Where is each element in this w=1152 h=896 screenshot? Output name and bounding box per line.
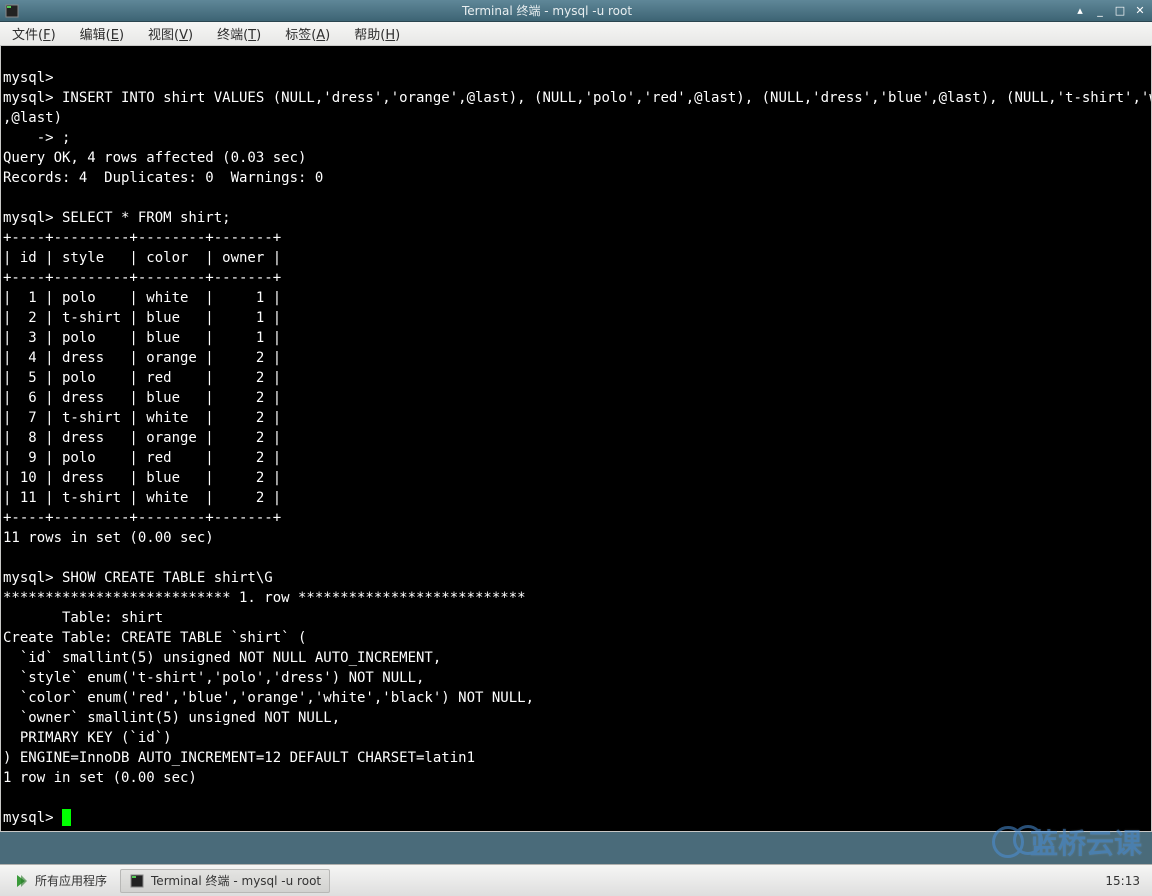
taskbar-clock[interactable]: 15:13 xyxy=(1097,874,1148,888)
terminal-line: Create Table: CREATE TABLE `shirt` ( xyxy=(1,628,1151,648)
watermark-icon xyxy=(992,826,1024,858)
taskbar-all-apps-label: 所有应用程序 xyxy=(35,872,107,889)
terminal-line: +----+---------+--------+-------+ xyxy=(1,228,1151,248)
taskbar-terminal-task[interactable]: Terminal 终端 - mysql -u root xyxy=(120,869,330,893)
terminal-line: | 5 | polo | red | 2 | xyxy=(1,368,1151,388)
terminal-line: Records: 4 Duplicates: 0 Warnings: 0 xyxy=(1,168,1151,188)
terminal-line: `color` enum('red','blue','orange','whit… xyxy=(1,688,1151,708)
terminal-line: *************************** 1. row *****… xyxy=(1,588,1151,608)
terminal-line: 11 rows in set (0.00 sec) xyxy=(1,528,1151,548)
maximize-button[interactable]: □ xyxy=(1110,3,1130,19)
terminal-line: ,@last) xyxy=(1,108,1151,128)
terminal-line: | 3 | polo | blue | 1 | xyxy=(1,328,1151,348)
window-title: Terminal 终端 - mysql -u root xyxy=(24,2,1070,19)
menu-file[interactable]: 文件(F) xyxy=(8,22,60,45)
terminal-line: | 1 | polo | white | 1 | xyxy=(1,288,1151,308)
terminal-output[interactable]: mysql>mysql> INSERT INTO shirt VALUES (N… xyxy=(0,46,1152,832)
terminal-line: | 11 | t-shirt | white | 2 | xyxy=(1,488,1151,508)
terminal-line: PRIMARY KEY (`id`) xyxy=(1,728,1151,748)
terminal-line: | 6 | dress | blue | 2 | xyxy=(1,388,1151,408)
terminal-line: ) ENGINE=InnoDB AUTO_INCREMENT=12 DEFAUL… xyxy=(1,748,1151,768)
terminal-line: +----+---------+--------+-------+ xyxy=(1,508,1151,528)
terminal-line: | 7 | t-shirt | white | 2 | xyxy=(1,408,1151,428)
terminal-line: | 9 | polo | red | 2 | xyxy=(1,448,1151,468)
terminal-line: | 2 | t-shirt | blue | 1 | xyxy=(1,308,1151,328)
terminal-line: -> ; xyxy=(1,128,1151,148)
terminal-line xyxy=(1,548,1151,568)
apps-icon xyxy=(13,873,29,889)
terminal-line: | 8 | dress | orange | 2 | xyxy=(1,428,1151,448)
window-controls: ▴ _ □ ✕ xyxy=(1070,3,1150,19)
terminal-line: | 10 | dress | blue | 2 | xyxy=(1,468,1151,488)
terminal-line: mysql> xyxy=(1,68,1151,88)
terminal-line: 1 row in set (0.00 sec) xyxy=(1,768,1151,788)
terminal-line: Table: shirt xyxy=(1,608,1151,628)
taskbar-terminal-label: Terminal 终端 - mysql -u root xyxy=(151,872,321,889)
terminal-line: `owner` smallint(5) unsigned NOT NULL, xyxy=(1,708,1151,728)
menu-help[interactable]: 帮助(H) xyxy=(350,22,404,45)
terminal-line xyxy=(1,188,1151,208)
menu-terminal[interactable]: 终端(T) xyxy=(213,22,265,45)
taskbar: 所有应用程序 Terminal 终端 - mysql -u root 15:13 xyxy=(0,864,1152,896)
menu-edit[interactable]: 编辑(E) xyxy=(76,22,128,45)
window-titlebar: Terminal 终端 - mysql -u root ▴ _ □ ✕ xyxy=(0,0,1152,22)
menu-view[interactable]: 视图(V) xyxy=(144,22,197,45)
terminal-line xyxy=(1,48,1151,68)
minimize-button[interactable]: _ xyxy=(1090,3,1110,19)
terminal-line: mysql> xyxy=(1,808,1151,828)
menu-tabs[interactable]: 标签(A) xyxy=(281,22,334,45)
terminal-line: +----+---------+--------+-------+ xyxy=(1,268,1151,288)
taskbar-all-apps[interactable]: 所有应用程序 xyxy=(4,869,116,893)
terminal-line: `id` smallint(5) unsigned NOT NULL AUTO_… xyxy=(1,648,1151,668)
terminal-line: | 4 | dress | orange | 2 | xyxy=(1,348,1151,368)
terminal-line: | id | style | color | owner | xyxy=(1,248,1151,268)
terminal-line: `style` enum('t-shirt','polo','dress') N… xyxy=(1,668,1151,688)
terminal-line: mysql> SHOW CREATE TABLE shirt\G xyxy=(1,568,1151,588)
close-button[interactable]: ✕ xyxy=(1130,3,1150,19)
menu-bar: 文件(F) 编辑(E) 视图(V) 终端(T) 标签(A) 帮助(H) xyxy=(0,22,1152,46)
terminal-icon xyxy=(129,873,145,889)
cursor xyxy=(62,809,71,826)
terminal-line: mysql> INSERT INTO shirt VALUES (NULL,'d… xyxy=(1,88,1151,108)
watermark-text: 蓝桥云课 xyxy=(1030,822,1142,862)
terminal-line xyxy=(1,788,1151,808)
terminal-line: mysql> SELECT * FROM shirt; xyxy=(1,208,1151,228)
watermark: 蓝桥云课 xyxy=(992,822,1142,862)
app-icon xyxy=(4,3,20,19)
terminal-line: Query OK, 4 rows affected (0.03 sec) xyxy=(1,148,1151,168)
rollup-button[interactable]: ▴ xyxy=(1070,3,1090,19)
